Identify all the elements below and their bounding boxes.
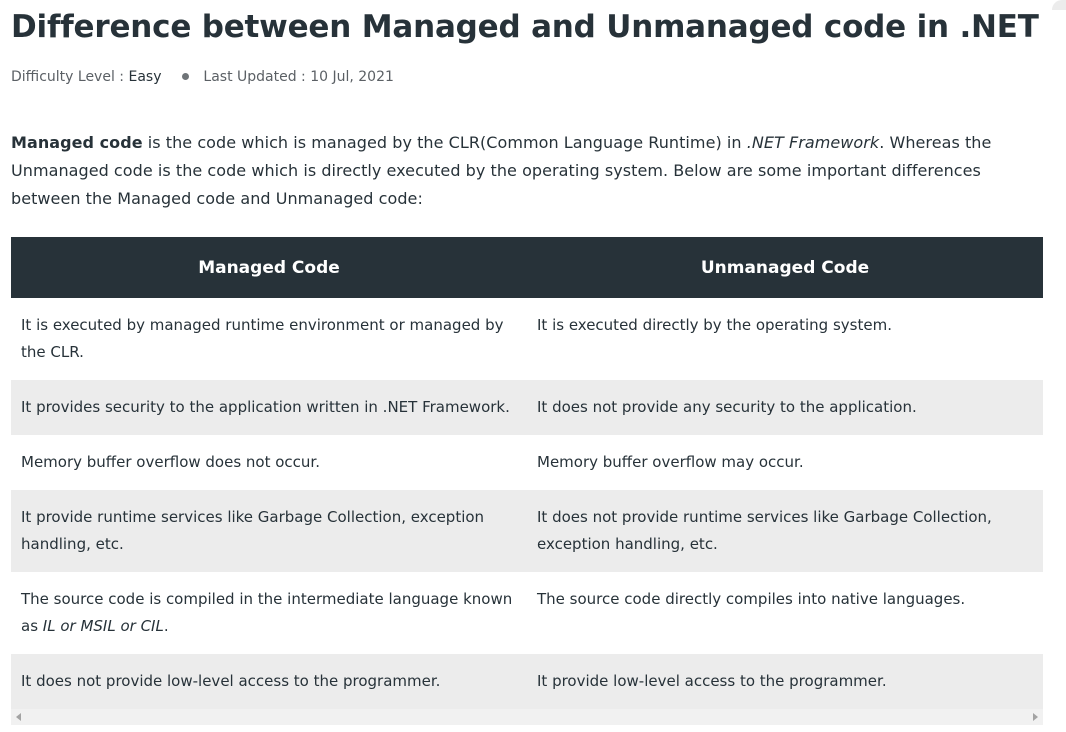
separator-dot-icon: [181, 73, 189, 80]
cell-unmanaged: It is executed directly by the operating…: [527, 298, 1043, 380]
table-row: Memory buffer overflow does not occur. M…: [11, 435, 1043, 490]
cell-unmanaged: It provide low-level access to the progr…: [527, 654, 1043, 709]
table-row: It provides security to the application …: [11, 380, 1043, 435]
table-header-row: Managed Code Unmanaged Code: [11, 237, 1043, 298]
header-managed-code: Managed Code: [11, 237, 527, 298]
horizontal-scrollbar[interactable]: [11, 709, 1043, 725]
cell-managed: It provide runtime services like Garbage…: [11, 490, 527, 572]
intro-paragraph: Managed code is the code which is manage…: [11, 129, 1043, 213]
cell-unmanaged: It does not provide any security to the …: [527, 380, 1043, 435]
table-row: It does not provide low-level access to …: [11, 654, 1043, 709]
intro-italic-term: .NET Framework: [746, 133, 880, 152]
chevron-left-icon[interactable]: [16, 713, 21, 721]
article-page: Difference between Managed and Unmanaged…: [0, 0, 1066, 732]
cell-managed: It does not provide low-level access to …: [11, 654, 527, 709]
article-meta: Difficulty Level : Easy Last Updated : 1…: [11, 67, 1066, 87]
difficulty-label: Difficulty Level :: [11, 69, 129, 85]
cell-managed: Memory buffer overflow does not occur.: [11, 435, 527, 490]
table-row: It provide runtime services like Garbage…: [11, 490, 1043, 572]
header-unmanaged-code: Unmanaged Code: [527, 237, 1043, 298]
comparison-table: Managed Code Unmanaged Code It is execut…: [11, 237, 1043, 709]
page-title: Difference between Managed and Unmanaged…: [11, 9, 1039, 45]
cell-managed: The source code is compiled in the inter…: [11, 572, 527, 654]
cell-unmanaged: The source code directly compiles into n…: [527, 572, 1043, 654]
chevron-right-icon[interactable]: [1033, 713, 1038, 721]
cell-managed: It provides security to the application …: [11, 380, 527, 435]
cell-managed-italic: IL or MSIL or CIL: [42, 617, 164, 635]
table-row: It is executed by managed runtime enviro…: [11, 298, 1043, 380]
comparison-table-container: Managed Code Unmanaged Code It is execut…: [11, 237, 1043, 725]
difficulty-value[interactable]: Easy: [128, 69, 161, 85]
table-row: The source code is compiled in the inter…: [11, 572, 1043, 654]
cell-managed-suffix: .: [163, 617, 169, 635]
cell-unmanaged: It does not provide runtime services lik…: [527, 490, 1043, 572]
cell-managed: It is executed by managed runtime enviro…: [11, 298, 527, 380]
intro-text-part1: is the code which is managed by the CLR(…: [142, 133, 747, 152]
cell-unmanaged: Memory buffer overflow may occur.: [527, 435, 1043, 490]
updated-value: 10 Jul, 2021: [310, 69, 394, 85]
intro-bold-term: Managed code: [11, 133, 143, 152]
updated-label: Last Updated :: [203, 69, 311, 85]
